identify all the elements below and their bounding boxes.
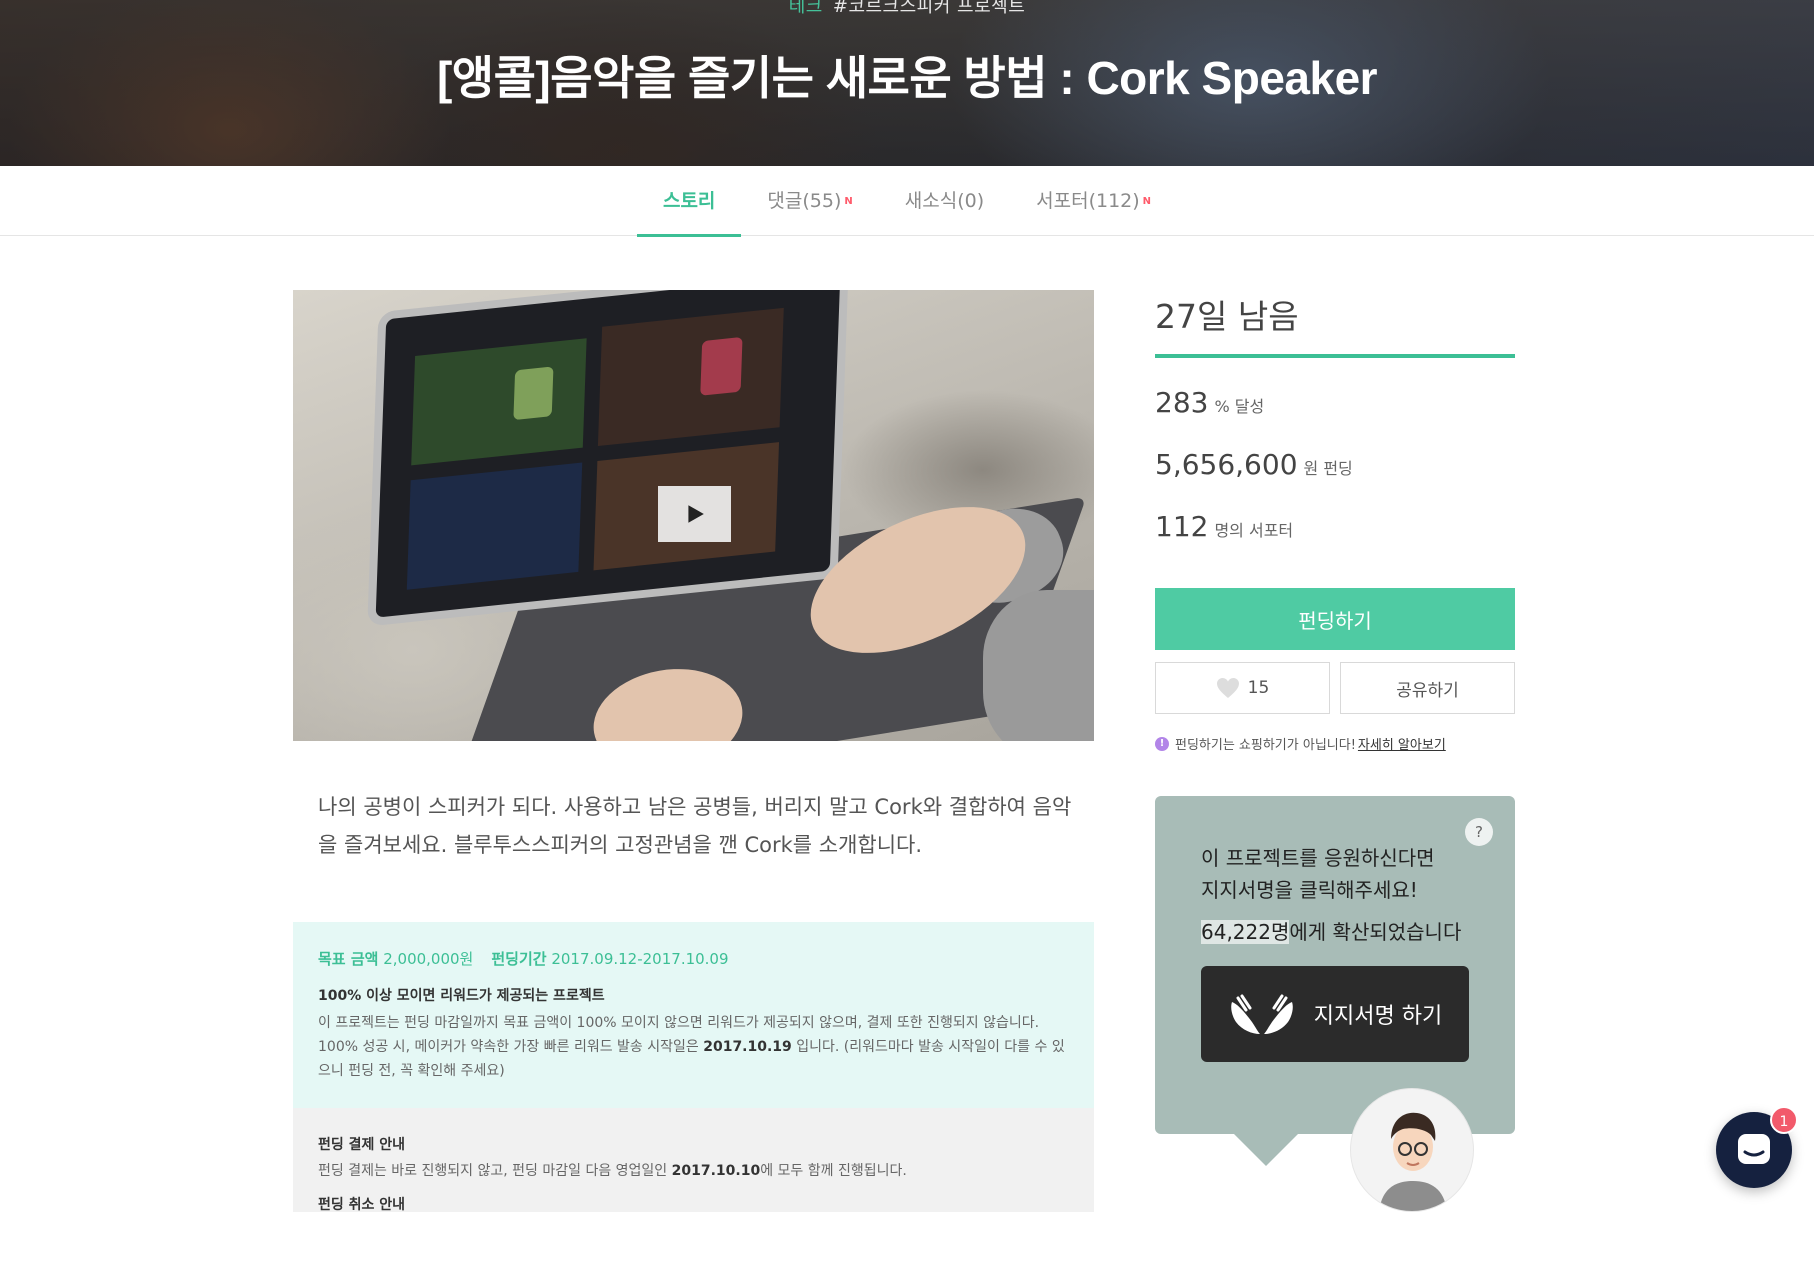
funding-sidebar: 27일 남음 283 % 달성 5,656,600 원 펀딩 112 명의 서포터 펀… — [1155, 290, 1515, 753]
stat-amount-unit: 원 펀딩 — [1303, 459, 1353, 478]
project-title: [앵콜]음악을 즐기는 새로운 방법 : Cork Speaker — [436, 52, 1378, 104]
screen-tile — [406, 462, 583, 590]
play-button[interactable] — [658, 486, 731, 542]
goal-period-row: 목표 금액 2,000,000원 펀딩기간 2017.09.12-2017.10.… — [318, 948, 1069, 969]
screen-tile — [411, 338, 587, 466]
tab-story[interactable]: 스토리 — [636, 166, 742, 237]
screen-tile — [513, 366, 554, 421]
stat-supporters-value: 112 — [1155, 510, 1209, 543]
tab-label: 새소식(0) — [904, 190, 985, 212]
screen-tile — [700, 336, 743, 396]
like-count: 15 — [1247, 678, 1270, 698]
action-buttons: 15 공유하기 — [1155, 662, 1515, 714]
person-illustration-icon — [1379, 1112, 1447, 1211]
share-button[interactable]: 공유하기 — [1340, 662, 1515, 714]
funding-rule-text: 이 프로젝트는 펀딩 마감일까지 목표 금액이 100% 모이지 않으면 리워드… — [318, 1011, 1069, 1083]
like-button[interactable]: 15 — [1155, 662, 1330, 714]
stat-percent-unit: % 달성 — [1214, 397, 1265, 416]
notice-text: 펀딩하기는 쇼핑하기가 아닙니다! — [1175, 738, 1356, 753]
payment-info-box: 펀딩 결제 안내 펀딩 결제는 바로 진행되지 않고, 펀딩 마감일 다음 영업… — [293, 1108, 1094, 1212]
tab-supporters[interactable]: 서포터(112) N — [1010, 166, 1177, 236]
cancel-heading: 펀딩 취소 안내 — [318, 1197, 406, 1212]
payment-date: 2017.10.10 — [671, 1163, 761, 1179]
stat-amount-value: 5,656,600 — [1155, 448, 1298, 481]
payment-heading: 펀딩 결제 안내 — [318, 1137, 406, 1153]
petition-line: 지지서명을 클릭해주세요! — [1201, 878, 1418, 902]
fund-button[interactable]: 펀딩하기 — [1155, 588, 1515, 650]
play-icon — [687, 505, 704, 523]
project-video[interactable] — [293, 290, 1094, 741]
petition-card: ? 이 프로젝트를 응원하신다면 지지서명을 클릭해주세요! 64,222명에게… — [1155, 796, 1515, 1166]
notification-badge: 1 — [1770, 1106, 1798, 1134]
goal-value: 2,000,000원 — [383, 950, 474, 968]
tab-label: 댓글(55) — [767, 190, 842, 212]
tab-news[interactable]: 새소식(0) — [879, 166, 1010, 236]
stat-supporters-unit: 명의 서포터 — [1214, 521, 1294, 540]
chat-button[interactable]: 1 — [1716, 1106, 1798, 1188]
new-badge: N — [1142, 196, 1152, 207]
screen-tile — [597, 307, 784, 447]
funding-rule-line: 이 프로젝트는 펀딩 마감일까지 목표 금액이 100% 모이지 않으면 리워드… — [318, 1015, 1040, 1031]
payment-line: 펀딩 결제는 바로 진행되지 않고, 펀딩 마감일 다음 영업일인 — [318, 1163, 672, 1179]
sign-petition-label: 지지서명 하기 — [1313, 1004, 1443, 1029]
stat-percent: 283 % 달성 — [1155, 386, 1515, 424]
chat-icon — [1738, 1134, 1770, 1164]
funding-rule-line: 100% 성공 시, 메이커가 약속한 가장 빠른 리워드 발송 시작일은 — [318, 1039, 704, 1055]
hero-tag[interactable]: #코르크스피커 프로젝트 — [833, 0, 1025, 17]
video-arm — [983, 590, 1094, 741]
period-value: 2017.09.12-2017.10.09 — [551, 950, 729, 968]
payment-text: 펀딩 결제는 바로 진행되지 않고, 펀딩 마감일 다음 영업일인 2017.1… — [318, 1160, 1069, 1180]
project-tabs: 스토리 댓글(55) N 새소식(0) 서포터(112) N — [0, 166, 1814, 237]
funding-info-box: 목표 금액 2,000,000원 펀딩기간 2017.09.12-2017.10.… — [293, 922, 1094, 1108]
stat-supporters: 112 명의 서포터 — [1155, 510, 1515, 548]
petition-line: 이 프로젝트를 응원하신다면 — [1201, 846, 1435, 870]
new-badge: N — [844, 196, 853, 207]
tab-label: 스토리 — [662, 190, 716, 212]
learn-more-link[interactable]: 자세히 알아보기 — [1358, 734, 1446, 753]
petition-count: 64,222명에게 확산되었습니다 — [1201, 916, 1461, 945]
petition-count-value: 64,222명 — [1201, 920, 1290, 944]
funding-notice: ! 펀딩하기는 쇼핑하기가 아닙니다! 자세히 알아보기 — [1155, 734, 1515, 753]
speech-tail — [1230, 1130, 1302, 1166]
help-icon[interactable]: ? — [1465, 818, 1493, 846]
goal-label: 목표 금액 — [318, 950, 379, 968]
payment-line: 에 모두 함께 진행됩니다. — [760, 1163, 907, 1179]
reward-ship-date: 2017.10.19 — [703, 1039, 792, 1055]
avatar — [1350, 1088, 1474, 1212]
stat-amount: 5,656,600 원 펀딩 — [1155, 448, 1515, 486]
clapping-hands-icon — [1230, 994, 1293, 1034]
tab-comments[interactable]: 댓글(55) N — [741, 166, 878, 236]
sign-petition-button[interactable]: 지지서명 하기 — [1201, 966, 1469, 1062]
tab-label: 서포터(112) — [1036, 190, 1140, 212]
hero-tag-line: 테크 #코르크스피커 프로젝트 — [0, 0, 1814, 18]
petition-count-suffix: 에게 확산되었습니다 — [1289, 920, 1462, 944]
info-icon: ! — [1155, 736, 1169, 751]
video-laptop-screen — [375, 290, 841, 618]
days-left: 27일 남음 — [1155, 297, 1299, 336]
project-summary: 나의 공병이 스피커가 되다. 사용하고 남은 공병들, 버리지 말고 Cork… — [318, 795, 1072, 857]
progress-bar — [1155, 354, 1515, 358]
stat-percent-value: 283 — [1155, 386, 1209, 419]
project-hero: 테크 #코르크스피커 프로젝트 [앵콜]음악을 즐기는 새로운 방법 : Cork… — [0, 0, 1814, 166]
hero-category[interactable]: 테크 — [789, 0, 823, 17]
heart-icon — [1216, 678, 1239, 698]
period-label: 펀딩기간 — [491, 950, 547, 968]
funding-rule-heading: 100% 이상 모이면 리워드가 제공되는 프로젝트 — [318, 988, 605, 1004]
petition-text: 이 프로젝트를 응원하신다면 지지서명을 클릭해주세요! — [1201, 842, 1435, 906]
